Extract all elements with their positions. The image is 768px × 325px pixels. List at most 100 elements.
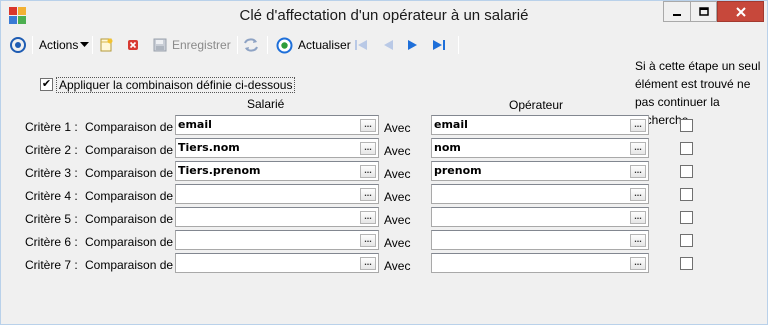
- ellipsis-button[interactable]: ...: [360, 188, 376, 201]
- with-label: Avec: [384, 236, 411, 250]
- apply-combination-label: Appliquer la combinaison définie ci-dess…: [56, 77, 296, 93]
- criterion-label: Critère 7 :: [25, 258, 78, 272]
- delete-button[interactable]: [125, 35, 141, 55]
- compare-label: Comparaison de :: [85, 143, 180, 157]
- new-button[interactable]: [98, 35, 114, 55]
- operator-field-value: email: [434, 118, 468, 131]
- minimize-icon: [673, 13, 681, 16]
- employee-field[interactable]: ...: [175, 184, 379, 204]
- with-label: Avec: [384, 144, 411, 158]
- first-record-icon: [355, 40, 367, 50]
- with-label: Avec: [384, 167, 411, 181]
- refresh-label: Actualiser: [298, 38, 351, 52]
- ellipsis-button[interactable]: ...: [360, 257, 376, 270]
- sync-icon: [244, 38, 258, 52]
- chevron-down-icon: [80, 42, 90, 47]
- stop-search-checkbox[interactable]: [680, 188, 693, 201]
- criterion-label: Critère 1 :: [25, 120, 78, 134]
- criterion-label: Critère 2 :: [25, 143, 78, 157]
- stop-search-checkbox[interactable]: [680, 119, 693, 132]
- maximize-icon: [698, 6, 709, 16]
- last-record-icon: [433, 40, 445, 50]
- circle-target-icon: [10, 37, 26, 53]
- criterion-label: Critère 4 :: [25, 189, 78, 203]
- operator-field[interactable]: ...: [431, 230, 649, 250]
- operator-field[interactable]: ...: [431, 184, 649, 204]
- employee-field-value: Tiers.prenom: [178, 164, 261, 177]
- first-record-button[interactable]: [354, 35, 368, 55]
- ellipsis-button[interactable]: ...: [360, 165, 376, 178]
- toolbar: Actions Enregistrer Actualiser: [1, 33, 767, 58]
- with-label: Avec: [384, 213, 411, 227]
- employee-field[interactable]: Tiers.prenom ...: [175, 161, 379, 181]
- stop-search-checkbox[interactable]: [680, 165, 693, 178]
- sync-button[interactable]: [242, 35, 260, 55]
- next-record-icon: [408, 40, 417, 50]
- employee-field-value: email: [178, 118, 212, 131]
- employee-field[interactable]: email ...: [175, 115, 379, 135]
- stop-search-checkbox[interactable]: [680, 257, 693, 270]
- refresh-button[interactable]: Actualiser: [276, 35, 351, 55]
- compare-label: Comparaison de :: [85, 258, 180, 272]
- with-label: Avec: [384, 259, 411, 273]
- save-label: Enregistrer: [172, 38, 231, 52]
- dialog-window: Clé d'affectation d'un opérateur à un sa…: [0, 0, 768, 325]
- last-record-button[interactable]: [432, 35, 446, 55]
- operator-field[interactable]: email ...: [431, 115, 649, 135]
- ellipsis-button[interactable]: ...: [630, 119, 646, 132]
- criterion-label: Critère 6 :: [25, 235, 78, 249]
- employee-field[interactable]: ...: [175, 230, 379, 250]
- ellipsis-button[interactable]: ...: [630, 211, 646, 224]
- compare-label: Comparaison de :: [85, 189, 180, 203]
- operator-field-value: nom: [434, 141, 461, 154]
- ellipsis-button[interactable]: ...: [630, 165, 646, 178]
- previous-record-button[interactable]: [381, 35, 395, 55]
- apply-combination-checkbox[interactable]: ✔: [40, 78, 53, 91]
- operator-field[interactable]: ...: [431, 253, 649, 273]
- save-icon: [153, 38, 167, 52]
- employee-field[interactable]: Tiers.nom ...: [175, 138, 379, 158]
- operator-field[interactable]: ...: [431, 207, 649, 227]
- ellipsis-button[interactable]: ...: [630, 234, 646, 247]
- minimize-button[interactable]: [663, 1, 690, 22]
- employee-field[interactable]: ...: [175, 253, 379, 273]
- operator-header: Opérateur: [509, 98, 564, 112]
- employee-field-value: Tiers.nom: [178, 141, 240, 154]
- operator-field[interactable]: nom ...: [431, 138, 649, 158]
- compare-label: Comparaison de :: [85, 166, 180, 180]
- save-button[interactable]: Enregistrer: [152, 35, 231, 55]
- stop-search-checkbox[interactable]: [680, 142, 693, 155]
- delete-icon: [128, 40, 138, 50]
- stop-search-note: Si à cette étape un seul élément est tro…: [635, 59, 761, 127]
- ellipsis-button[interactable]: ...: [360, 211, 376, 224]
- criterion-label: Critère 5 :: [25, 212, 78, 226]
- compare-label: Comparaison de :: [85, 212, 180, 226]
- employee-header: Salarié: [247, 97, 285, 111]
- ellipsis-button[interactable]: ...: [630, 142, 646, 155]
- employee-field[interactable]: ...: [175, 207, 379, 227]
- stop-search-checkbox[interactable]: [680, 211, 693, 224]
- refresh-icon: [276, 37, 293, 53]
- stop-search-checkbox[interactable]: [680, 234, 693, 247]
- previous-record-icon: [384, 40, 393, 50]
- ellipsis-button[interactable]: ...: [360, 234, 376, 247]
- actions-label: Actions: [39, 38, 79, 52]
- next-record-button[interactable]: [406, 35, 420, 55]
- ellipsis-button[interactable]: ...: [360, 119, 376, 132]
- with-label: Avec: [384, 121, 411, 135]
- compare-label: Comparaison de :: [85, 235, 180, 249]
- close-button[interactable]: [717, 1, 764, 22]
- maximize-button[interactable]: [690, 1, 717, 22]
- title-bar: Clé d'affectation d'un opérateur à un sa…: [1, 1, 767, 31]
- compare-label: Comparaison de :: [85, 120, 180, 134]
- criterion-label: Critère 3 :: [25, 166, 78, 180]
- operator-field-value: prenom: [434, 164, 482, 177]
- operator-field[interactable]: prenom ...: [431, 161, 649, 181]
- new-document-icon: [100, 38, 113, 52]
- menu-button[interactable]: [9, 35, 27, 55]
- ellipsis-button[interactable]: ...: [630, 257, 646, 270]
- actions-menu[interactable]: Actions: [39, 35, 90, 55]
- window-title: Clé d'affectation d'un opérateur à un sa…: [239, 7, 529, 24]
- ellipsis-button[interactable]: ...: [360, 142, 376, 155]
- ellipsis-button[interactable]: ...: [630, 188, 646, 201]
